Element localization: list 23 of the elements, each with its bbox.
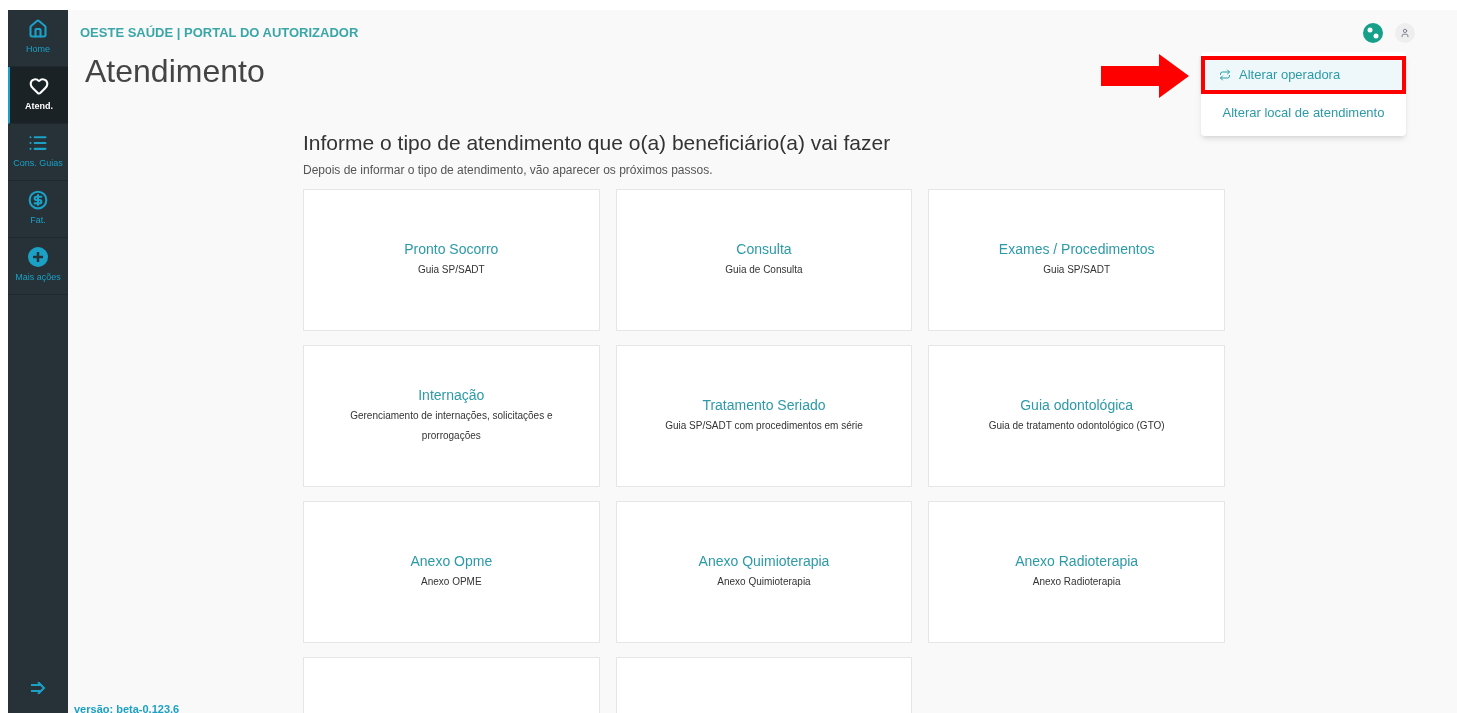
user-button[interactable] <box>1395 22 1415 43</box>
service-card[interactable]: Tratamento Seriado Guia SP/SADT com procedimentos em série <box>615 344 913 487</box>
service-card[interactable]: Exames / Procedimentos Guia SP/SADT <box>928 188 1225 331</box>
section-subheading: Depois de informar o tipo de atendimento, vão aparecer os próximos passos. <box>303 161 714 179</box>
version-text: versão: beta-0.123.6 <box>74 701 180 713</box>
service-card[interactable]: Consulta Guia de Consulta <box>615 188 913 331</box>
service-card[interactable]: Anexo Quimioterapia Anexo Quimioterapia <box>615 500 913 643</box>
section-heading: Informe o tipo de atendimento que o(a) beneficiário(a) vai fazer <box>303 130 892 156</box>
heart-icon <box>29 76 49 97</box>
service-card[interactable]: Guia odontológica Guia de tratamento odontológico (GTO) <box>928 344 1225 487</box>
home-icon <box>28 19 48 40</box>
sidebar-item[interactable]: Atend. <box>8 67 68 124</box>
double-arrow-icon <box>30 682 46 694</box>
globe-button[interactable] <box>1363 22 1383 43</box>
service-card[interactable]: Internação Gerenciamento de internações, solicitações e prorrogações <box>303 344 600 487</box>
user-icon <box>1400 27 1410 38</box>
service-card[interactable]: Anexo Opme Anexo OPME <box>303 500 600 643</box>
page-title: Atendimento <box>85 55 265 87</box>
dollar-icon <box>28 190 48 211</box>
service-card[interactable]: Pronto Socorro Guia SP/SADT <box>303 188 600 331</box>
brand-title: OESTE SAÚDE | PORTAL DO AUTORIZADOR <box>80 23 359 42</box>
service-card[interactable]: Anexo Radioterapia Anexo Radioterapia <box>928 500 1225 643</box>
plus-icon <box>28 247 48 268</box>
